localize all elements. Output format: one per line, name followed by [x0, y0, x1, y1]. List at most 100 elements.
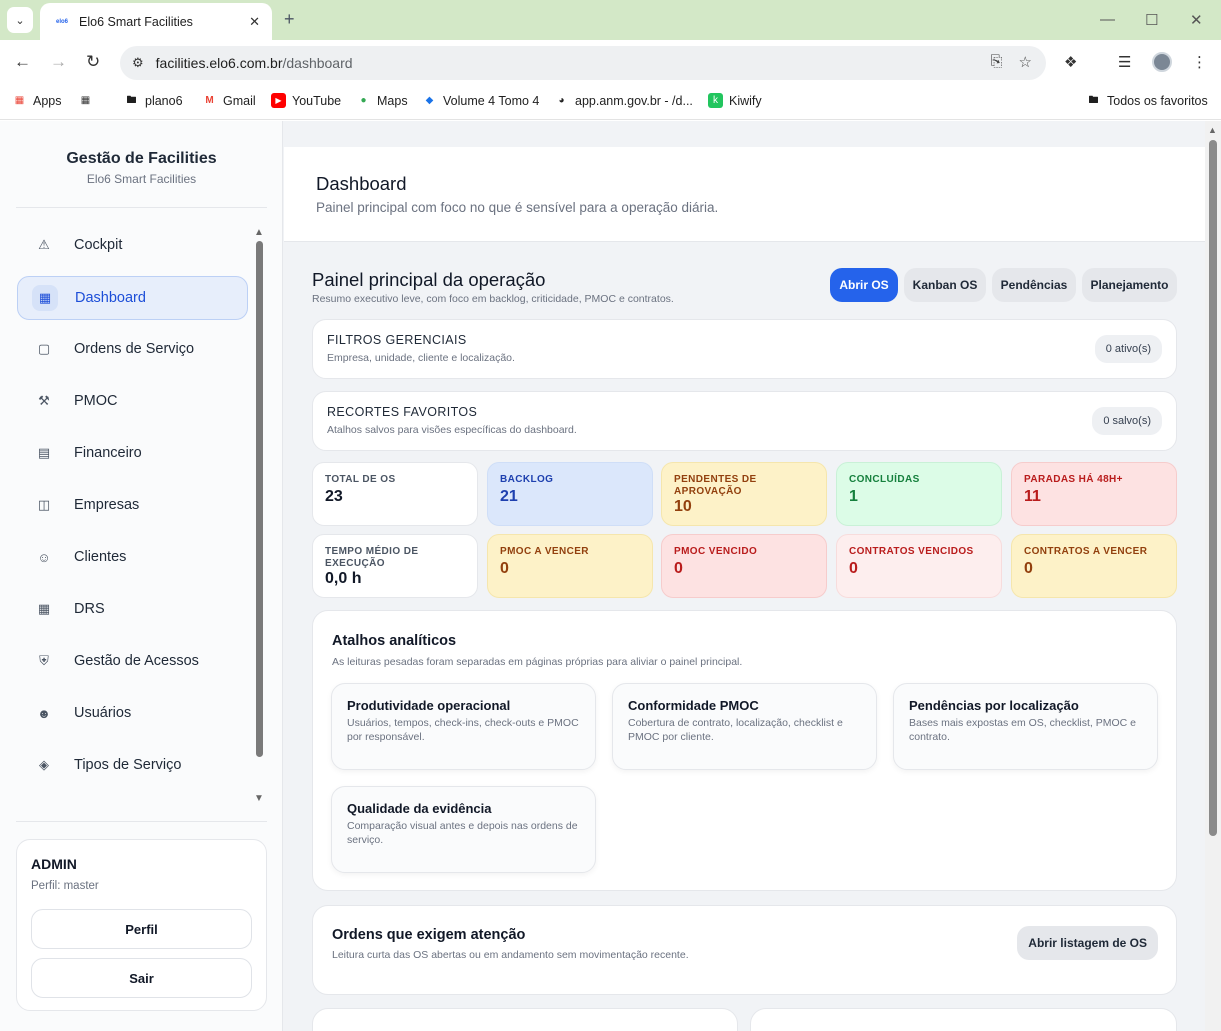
shortcut-card[interactable]: Qualidade da evidência Comparação visual …	[331, 786, 596, 873]
page-header: Dashboard Painel principal com foco no q…	[284, 147, 1205, 242]
sidebar-scrollbar[interactable]	[256, 241, 263, 757]
bookmark-maps[interactable]: ● Maps	[356, 93, 407, 108]
address-bar[interactable]: ⚙ facilities.elo6.com.br/dashboard ⎘ ☆	[120, 46, 1046, 80]
folder-icon: 🖿	[126, 95, 137, 106]
grid-icon: ▦	[80, 95, 91, 106]
sidebar-item-acessos[interactable]: ⛨ Gestão de Acessos	[17, 639, 248, 683]
shortcut-card[interactable]: Conformidade PMOC Cobertura de contrato, …	[612, 683, 877, 770]
sidebar-item-financeiro[interactable]: ▤ Financeiro	[17, 431, 248, 475]
shortcuts-title: Atalhos analíticos	[332, 633, 457, 649]
sidebar-item-tipos[interactable]: ◈ Tipos de Serviço	[17, 743, 248, 787]
sidebar-item-ordens[interactable]: ▢ Ordens de Serviço	[17, 327, 248, 371]
main-scroll-up-icon[interactable]: ▲	[1208, 125, 1217, 135]
extensions-puzzle-icon[interactable]: ❖	[1064, 53, 1077, 71]
reload-icon[interactable]: ↻	[86, 52, 100, 72]
all-bookmarks[interactable]: 🖿 Todos os favoritos	[1086, 93, 1208, 108]
new-tab-plus-icon[interactable]: +	[284, 9, 295, 30]
window-close-icon[interactable]: ✕	[1190, 11, 1203, 29]
bookmark-plano6[interactable]: 🖿 plano6	[124, 93, 183, 108]
bookmark-star-icon[interactable]: ☆	[1019, 53, 1032, 71]
sidebar-subtitle: Elo6 Smart Facilities	[86, 172, 197, 186]
tab-search-chevron-icon[interactable]: ⌄	[7, 7, 33, 33]
media-control-icon[interactable]: ☰	[1118, 53, 1131, 71]
users-icon: ☺	[37, 549, 51, 565]
shield-icon: ⛨	[39, 653, 49, 668]
favorites-card[interactable]: RECORTES FAVORITOS Atalhos salvos para v…	[312, 391, 1177, 451]
browser-tab[interactable]: elo6 Elo6 Smart Facilities ✕	[40, 3, 272, 40]
bookmark-apps[interactable]: ▦ Apps	[12, 93, 62, 108]
filters-card[interactable]: FILTROS GERENCIAIS Empresa, unidade, cli…	[312, 319, 1177, 379]
kpi-card-concluidas[interactable]: CONCLUÍDAS 1	[836, 462, 1002, 526]
bookmark-kiwify[interactable]: k Kiwify	[708, 93, 762, 108]
maximize-icon[interactable]: ☐	[1145, 11, 1158, 29]
youtube-icon: ▶	[271, 93, 286, 108]
user-name: ADMIN	[31, 856, 77, 872]
logout-button[interactable]: Sair	[31, 958, 252, 998]
bookmark-anm[interactable]: ◕ app.anm.gov.br - /d...	[554, 93, 692, 108]
pendencias-button[interactable]: Pendências	[992, 268, 1076, 302]
apps-grid-icon: ▦	[14, 95, 25, 106]
tab-close-icon[interactable]: ✕	[249, 14, 260, 30]
bookmark-youtube[interactable]: ▶ YouTube	[271, 93, 341, 108]
back-arrow-icon[interactable]: ←	[14, 52, 31, 72]
page-subtitle: Painel principal com foco no que é sensí…	[316, 200, 719, 215]
kpi-card-contratos-vencidos[interactable]: CONTRATOS VENCIDOS 0	[836, 534, 1002, 598]
sidebar-scroll-down-icon[interactable]: ▼	[254, 793, 264, 804]
globe-icon: ◕	[558, 95, 565, 106]
site-icon: ◆	[425, 95, 434, 106]
forward-arrow-icon[interactable]: →	[50, 52, 67, 72]
site-settings-icon[interactable]: ⚙	[132, 55, 144, 71]
maps-pin-icon: ●	[360, 95, 367, 106]
main-scrollbar[interactable]	[1209, 140, 1217, 836]
sidebar-item-dashboard[interactable]: ▦ Dashboard	[17, 276, 248, 320]
overview-subtitle: Resumo executivo leve, com foco em backl…	[312, 293, 674, 305]
warning-triangle-icon: ⚠	[38, 237, 50, 252]
browser-toolbar: ← → ↻ ⚙ facilities.elo6.com.br/dashboard…	[0, 40, 1221, 86]
shortcut-card[interactable]: Pendências por localização Bases mais exp…	[893, 683, 1158, 770]
favorites-saved-badge: 0 salvo(s)	[1092, 407, 1162, 435]
open-os-list-button[interactable]: Abrir listagem de OS	[1017, 926, 1158, 960]
kpi-card-total-os[interactable]: TOTAL DE OS 23	[312, 462, 478, 526]
sidebar-divider	[16, 821, 267, 822]
kpi-card-backlog[interactable]: BACKLOG 21	[487, 462, 653, 526]
filters-subtitle: Empresa, unidade, cliente e localização.	[327, 352, 515, 364]
browser-menu-icon[interactable]: ⋮	[1192, 53, 1207, 71]
bookmarks-bar: ▦ Apps ▦ 🖿 plano6 M Gmail ▶ YouTube ● Maps ◆ V…	[0, 86, 1221, 120]
install-app-icon[interactable]: ⎘	[991, 53, 1003, 71]
url-text: facilities.elo6.com.br/dashboard	[155, 55, 353, 71]
kpi-card-pmoc-vencido[interactable]: PMOC VENCIDO 0	[661, 534, 827, 598]
sidebar-item-usuarios[interactable]: ☻ Usuários	[17, 691, 248, 735]
shortcuts-panel: Atalhos analíticos As leituras pesadas f…	[312, 610, 1177, 891]
bookmark-volume[interactable]: ◆ Volume 4 Tomo 4	[422, 93, 540, 108]
tab-title: Elo6 Smart Facilities	[79, 14, 193, 29]
sidebar-item-empresas[interactable]: ◫ Empresas	[17, 483, 248, 527]
sidebar-item-cockpit[interactable]: ⚠ Cockpit	[17, 223, 248, 267]
wallet-icon: ▤	[37, 445, 51, 460]
kpi-card-pmoc-a-vencer[interactable]: PMOC A VENCER 0	[487, 534, 653, 598]
profile-button[interactable]: Perfil	[31, 909, 252, 949]
app-viewport: Gestão de Facilities Elo6 Smart Faciliti…	[0, 121, 1221, 1031]
favorites-title: RECORTES FAVORITOS	[327, 405, 478, 419]
sidebar-item-drs[interactable]: ▦ DRS	[17, 587, 248, 631]
sidebar-divider	[16, 207, 267, 208]
bookmark-gmail[interactable]: M Gmail	[202, 93, 255, 108]
planejamento-button[interactable]: Planejamento	[1082, 268, 1177, 302]
open-os-button[interactable]: Abrir OS	[830, 268, 898, 302]
sidebar: Gestão de Facilities Elo6 Smart Faciliti…	[0, 121, 283, 1031]
tag-icon: ◈	[39, 757, 49, 772]
sidebar-item-pmoc[interactable]: ⚒ PMOC	[17, 379, 248, 423]
shortcut-card[interactable]: Produtividade operacional Usuários, tempo…	[331, 683, 596, 770]
sidebar-scroll-up-icon[interactable]: ▲	[254, 227, 264, 238]
kanban-os-button[interactable]: Kanban OS	[904, 268, 986, 302]
sidebar-item-clientes[interactable]: ☺ Clientes	[17, 535, 248, 579]
folder-icon: 🖿	[1088, 95, 1099, 106]
kpi-card-pendentes[interactable]: PENDENTES DE APROVAÇÃO 10	[661, 462, 827, 526]
profile-avatar[interactable]	[1152, 52, 1172, 72]
dashboard-grid-icon: ▦	[32, 285, 58, 311]
kpi-card-paradas[interactable]: PARADAS HÁ 48H+ 11	[1011, 462, 1177, 526]
bookmark-grid-shortcut[interactable]: ▦	[78, 93, 93, 108]
kpi-card-tempo-medio[interactable]: TEMPO MÉDIO DE EXECUÇÃO 0,0 h	[312, 534, 478, 598]
minimize-icon[interactable]: —	[1100, 11, 1115, 28]
kiwify-icon: k	[708, 93, 723, 108]
kpi-card-contratos-a-vencer[interactable]: CONTRATOS A VENCER 0	[1011, 534, 1177, 598]
